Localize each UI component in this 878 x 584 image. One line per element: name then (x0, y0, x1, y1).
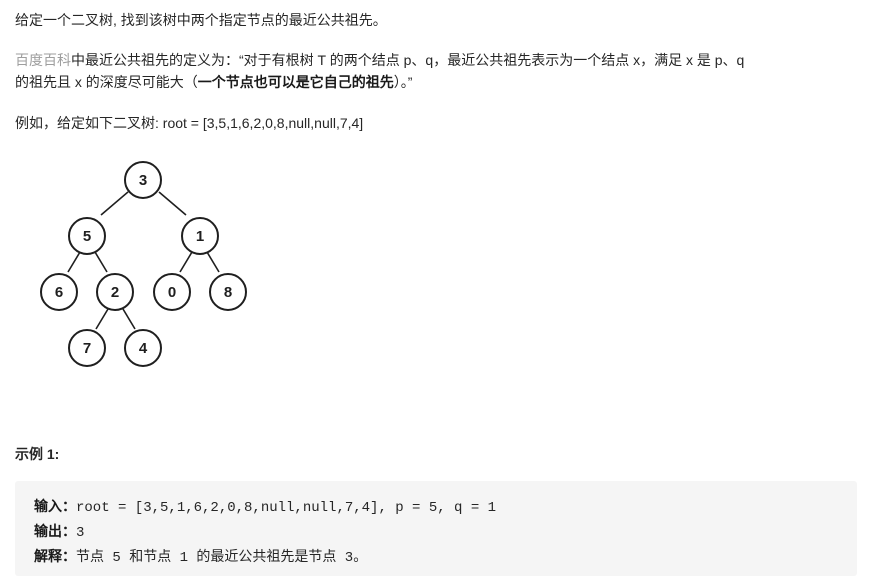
binary-tree-diagram: 3 5 1 6 2 0 8 7 4 (35, 155, 255, 370)
baike-link[interactable]: 百度百科 (15, 52, 71, 68)
tree-node-label: 7 (83, 340, 91, 357)
tree-node-6: 6 (40, 273, 78, 311)
tree-node-1: 1 (181, 217, 219, 255)
definition-text-1: 中最近公共祖先的定义为：“对于有根树 T 的两个结点 p、q，最近公共祖先表示为… (71, 52, 745, 68)
problem-intro: 给定一个二叉树, 找到该树中两个指定节点的最近公共祖先。 (15, 12, 387, 28)
output-line: 输出：3 (34, 522, 84, 543)
input-value: root = [3,5,1,6,2,0,8,null,null,7,4], p … (76, 500, 497, 516)
tree-node-7: 7 (68, 329, 106, 367)
input-line: 输入：root = [3,5,1,6,2,0,8,null,null,7,4],… (34, 497, 496, 518)
tree-svg: 3 5 1 6 2 0 8 7 4 (40, 161, 247, 367)
edge-3-1 (158, 191, 187, 216)
example-intro: 例如，给定如下二叉树: root = [3,5,1,6,2,0,8,null,n… (15, 115, 364, 131)
example-code-block: 输入：root = [3,5,1,6,2,0,8,null,null,7,4],… (15, 481, 857, 576)
explanation-line: 解释：节点 5 和节点 1 的最近公共祖先是节点 3。 (34, 547, 367, 568)
edge-2-7 (95, 308, 109, 330)
edge-2-4 (122, 308, 136, 330)
explanation-value: 节点 5 和节点 1 的最近公共祖先是节点 3。 (76, 550, 368, 566)
tree-node-label: 4 (139, 340, 148, 357)
edge-5-2 (94, 251, 108, 273)
tree-node-0: 0 (153, 273, 191, 311)
tree-node-label: 1 (196, 228, 204, 245)
tree-node-label: 2 (111, 284, 119, 301)
tree-node-3: 3 (124, 161, 162, 199)
definition-line-2: 的祖先且 x 的深度尽可能大（一个节点也可以是它自己的祖先）。” (15, 72, 412, 92)
tree-node-5: 5 (68, 217, 106, 255)
tree-node-2: 2 (96, 273, 134, 311)
edge-3-5 (100, 191, 129, 216)
edge-1-8 (206, 251, 220, 273)
example-heading: 示例 1: (15, 446, 60, 462)
edge-5-6 (67, 251, 81, 273)
definition-text-3: ）。” (393, 74, 413, 90)
input-label: 输入： (34, 499, 76, 515)
tree-node-label: 8 (224, 284, 232, 301)
tree-node-8: 8 (209, 273, 247, 311)
explanation-label: 解释： (34, 549, 76, 565)
tree-node-label: 5 (83, 228, 91, 245)
output-label: 输出： (34, 524, 76, 540)
output-value: 3 (76, 525, 85, 541)
definition-emphasis: 一个节点也可以是它自己的祖先 (197, 74, 394, 90)
tree-node-4: 4 (124, 329, 162, 367)
tree-node-label: 3 (139, 172, 147, 189)
tree-node-label: 6 (55, 284, 63, 301)
definition-line-1: 百度百科中最近公共祖先的定义为：“对于有根树 T 的两个结点 p、q，最近公共祖… (15, 50, 744, 70)
definition-text-2: 的祖先且 x 的深度尽可能大（ (15, 74, 198, 90)
tree-node-label: 0 (168, 284, 176, 301)
edge-1-0 (179, 251, 193, 273)
